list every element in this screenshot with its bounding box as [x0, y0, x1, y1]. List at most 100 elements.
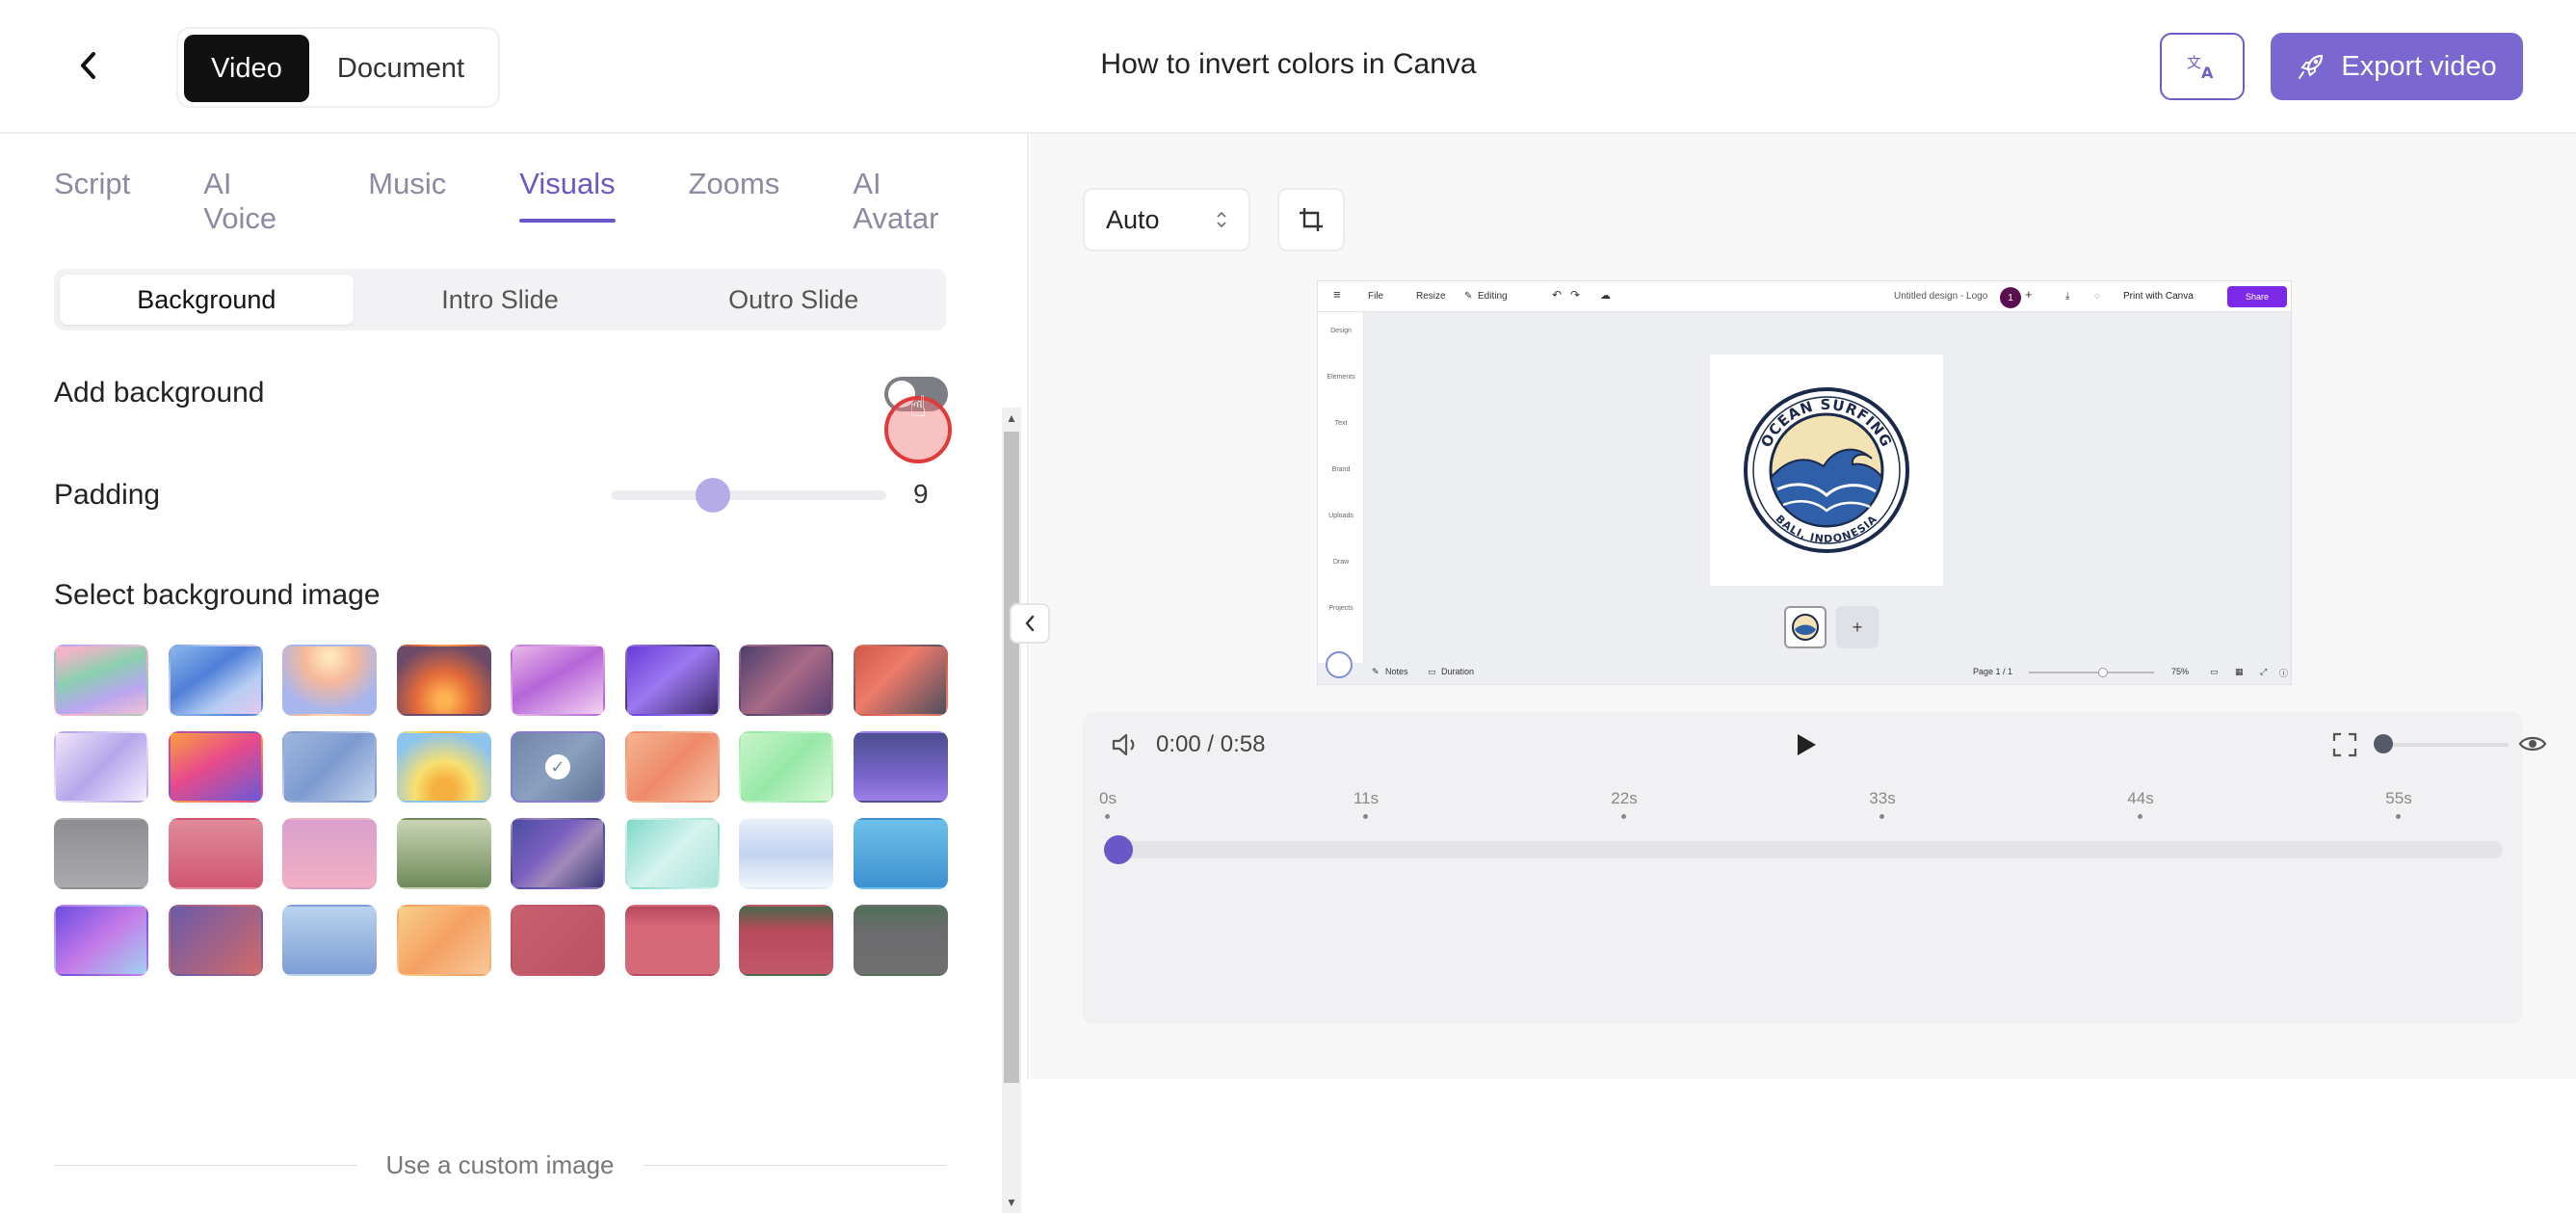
- timeline-tick: 11s: [1347, 789, 1385, 819]
- timeline-tick-label: 11s: [1353, 789, 1380, 807]
- scroll-up-arrow-icon[interactable]: ▲: [1006, 411, 1017, 425]
- timeline-tick-dot: [1363, 814, 1368, 819]
- canva-share-button: Share: [2227, 286, 2287, 307]
- subtab-background[interactable]: Background: [60, 275, 354, 325]
- notes-icon: ✎: [1372, 667, 1380, 676]
- canva-editing-menu: Editing: [1478, 291, 1508, 302]
- tab-ai-voice[interactable]: AI Voice: [203, 167, 295, 235]
- subtab-outro-slide[interactable]: Outro Slide: [646, 275, 940, 325]
- background-thumbnail[interactable]: [624, 645, 720, 716]
- background-thumbnail[interactable]: [511, 645, 605, 716]
- background-thumbnail[interactable]: [168, 818, 263, 889]
- background-thumbnail[interactable]: [624, 905, 720, 976]
- canva-page-count: Page 1 / 1: [1973, 667, 2013, 676]
- fullscreen-icon[interactable]: [2331, 731, 2358, 763]
- eye-icon[interactable]: [2518, 731, 2547, 761]
- tab-zooms[interactable]: Zooms: [689, 167, 780, 215]
- canva-duration: Duration: [1441, 667, 1475, 676]
- timeline-scrubber[interactable]: [1104, 835, 2503, 864]
- canva-zoom-slider: [2029, 672, 2154, 673]
- background-thumbnail[interactable]: [853, 731, 948, 803]
- background-thumbnail[interactable]: [168, 645, 263, 716]
- undo-icon: ↶: [1552, 288, 1563, 302]
- canva-doc-title: Untitled design - Logo: [1894, 291, 1988, 302]
- background-thumbnail[interactable]: [853, 905, 948, 976]
- background-thumbnail[interactable]: [168, 731, 263, 803]
- collapse-panel-button[interactable]: [1010, 603, 1050, 644]
- custom-image-link[interactable]: Use a custom image: [386, 1150, 615, 1180]
- background-thumbnail[interactable]: [282, 818, 377, 889]
- background-thumbnail[interactable]: [739, 645, 833, 716]
- timeline-tick: 55s: [2379, 789, 2418, 819]
- volume-icon[interactable]: [1110, 731, 1141, 763]
- background-thumbnail[interactable]: [739, 818, 833, 889]
- canva-file-menu: File: [1368, 291, 1384, 302]
- play-button[interactable]: [1790, 729, 1821, 765]
- video-player-controls: 0:00 / 0:58 0s 11s 22s 33s 44s 55s: [1083, 712, 2547, 1024]
- background-thumbnail[interactable]: [853, 818, 948, 889]
- panel-scrollbar[interactable]: ▲ ▼: [1002, 408, 1021, 1213]
- canva-side-projects: Projects: [1328, 605, 1354, 612]
- canva-side-uploads: Uploads: [1328, 513, 1354, 519]
- background-thumbnail[interactable]: [511, 818, 605, 889]
- volume-slider-thumb[interactable]: [2374, 734, 2393, 753]
- visuals-subtabs: Background Intro Slide Outro Slide: [54, 269, 946, 330]
- selected-check-icon: ✓: [545, 754, 570, 779]
- mode-toggle: Video Document: [176, 27, 500, 108]
- tab-music[interactable]: Music: [368, 167, 446, 215]
- volume-slider[interactable]: [2374, 734, 2509, 753]
- mode-document-button[interactable]: Document: [309, 35, 492, 102]
- canva-notes: Notes: [1385, 667, 1408, 676]
- back-button[interactable]: [67, 44, 110, 87]
- scrollbar-thumb[interactable]: [1004, 432, 1019, 1083]
- background-thumbnail[interactable]: [282, 731, 377, 803]
- background-thumbnail[interactable]: [739, 905, 833, 976]
- background-thumbnail[interactable]: [54, 905, 148, 976]
- background-thumbnail[interactable]: [54, 645, 148, 716]
- canva-zoom-thumb: [2098, 668, 2108, 677]
- background-thumbnail[interactable]: [739, 731, 833, 803]
- background-thumbnail[interactable]: [54, 818, 148, 889]
- menu-icon: ≡: [1333, 287, 1341, 302]
- timeline-tick-dot: [2138, 814, 2142, 819]
- background-thumbnail[interactable]: [624, 731, 720, 803]
- divider-line: [643, 1165, 947, 1166]
- padding-label: Padding: [54, 479, 161, 511]
- padding-slider[interactable]: [611, 478, 886, 513]
- tab-script[interactable]: Script: [54, 167, 130, 215]
- background-thumbnail[interactable]: [853, 645, 948, 716]
- playback-time: 0:00 / 0:58: [1156, 731, 1266, 757]
- padding-slider-thumb[interactable]: [695, 478, 730, 513]
- tab-ai-avatar[interactable]: AI Avatar: [853, 167, 954, 235]
- canva-side-draw: Draw: [1332, 559, 1350, 566]
- aspect-ratio-select[interactable]: Auto: [1083, 188, 1250, 251]
- crop-button[interactable]: [1277, 188, 1345, 251]
- background-thumbnail[interactable]: [396, 731, 491, 803]
- select-background-heading: Select background image: [54, 579, 381, 611]
- redo-icon: ↷: [1570, 288, 1581, 302]
- background-thumbnail[interactable]: [282, 905, 377, 976]
- tab-visuals[interactable]: Visuals: [519, 167, 616, 223]
- background-thumbnail[interactable]: ✓: [511, 731, 605, 803]
- canva-zoom-value: 75%: [2171, 667, 2190, 676]
- export-video-button[interactable]: Export video: [2271, 33, 2523, 100]
- background-thumbnail[interactable]: [282, 645, 377, 716]
- background-thumbnail[interactable]: [511, 905, 605, 976]
- timeline-tick-label: 44s: [2127, 789, 2154, 807]
- background-thumbnail[interactable]: [168, 905, 263, 976]
- subtab-intro-slide[interactable]: Intro Slide: [354, 275, 647, 325]
- scroll-down-arrow-icon[interactable]: ▼: [1006, 1196, 1017, 1209]
- preview-panel: Auto ≡ File Resize ✎ Editing ↶ ↷ ☁ Untit…: [1031, 134, 2576, 1079]
- background-thumbnail[interactable]: [54, 731, 148, 803]
- video-preview[interactable]: ≡ File Resize ✎ Editing ↶ ↷ ☁ Untitled d…: [1317, 280, 2292, 685]
- background-thumbnail[interactable]: [396, 645, 491, 716]
- timeline-tick: 0s: [1089, 789, 1127, 819]
- background-thumbnail[interactable]: [396, 905, 491, 976]
- page-title: How to invert colors in Canva: [1100, 48, 1477, 80]
- background-thumbnail[interactable]: [624, 818, 720, 889]
- mode-video-button[interactable]: Video: [184, 35, 309, 102]
- background-thumbnail[interactable]: [396, 818, 491, 889]
- timeline-playhead[interactable]: [1104, 835, 1133, 864]
- translate-button[interactable]: 文 A: [2160, 33, 2245, 100]
- canva-side-brand: Brand: [1331, 466, 1351, 473]
